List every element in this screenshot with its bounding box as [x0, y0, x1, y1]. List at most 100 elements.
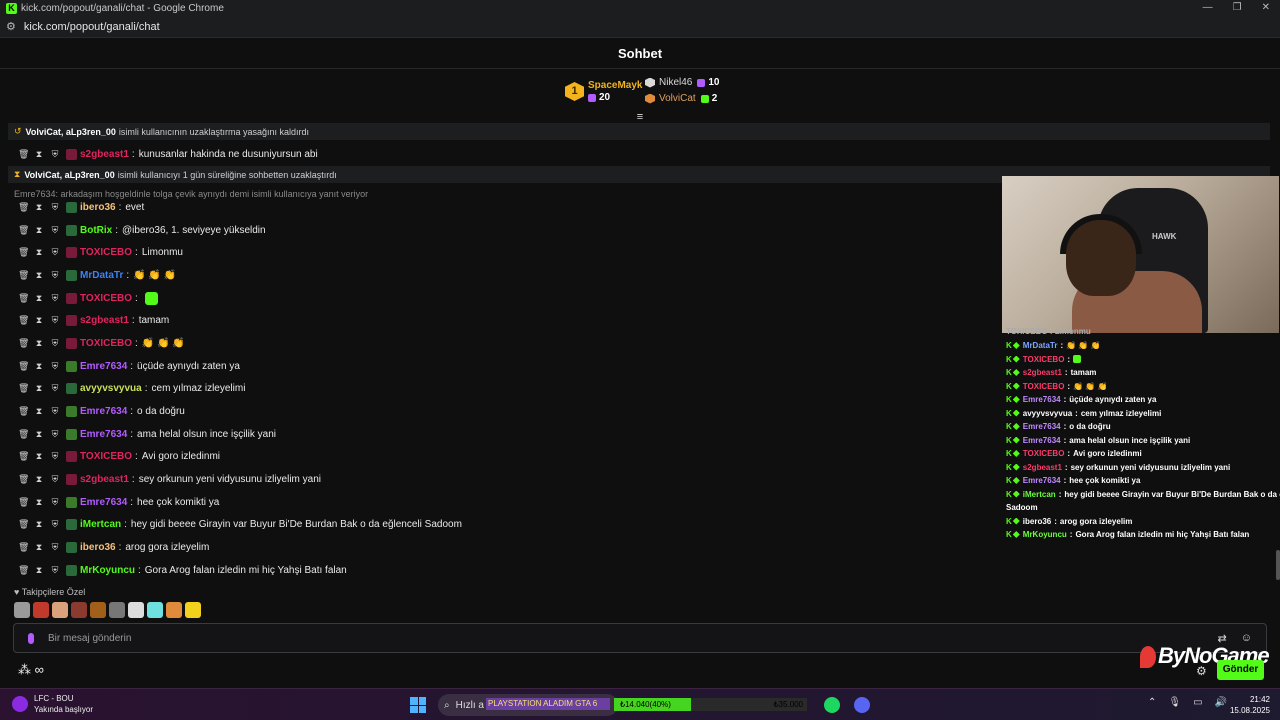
display-icon[interactable]: ▭: [1193, 697, 1202, 708]
chat-username[interactable]: s2gbeast1: [80, 474, 129, 485]
chat-message-input[interactable]: Bir mesaj gönderin ⇄ ☺: [13, 623, 1267, 653]
ban-icon[interactable]: ⛨: [50, 429, 60, 440]
timeout-icon[interactable]: ⧗: [34, 270, 44, 281]
ban-icon[interactable]: ⛨: [50, 406, 60, 417]
infinity-icon[interactable]: ∞: [35, 662, 44, 677]
delete-icon[interactable]: 🗑: [18, 247, 29, 258]
ban-icon[interactable]: ⛨: [50, 225, 60, 236]
leaderboard-third[interactable]: VolviCat 2: [645, 93, 717, 104]
timeout-icon[interactable]: ⧗: [34, 315, 44, 326]
delete-icon[interactable]: 🗑: [18, 519, 29, 530]
emote-banana[interactable]: [185, 602, 201, 618]
chat-username[interactable]: TOXICEBO: [80, 451, 132, 462]
chat-username[interactable]: avyyvsvyvua: [80, 383, 142, 394]
timeout-icon[interactable]: ⧗: [34, 149, 44, 160]
windows-start-icon[interactable]: [410, 697, 426, 713]
timeout-icon[interactable]: ⧗: [34, 565, 44, 576]
chat-message[interactable]: 🗑 ⧗ ⛨ TOXICEBO: Avi goro izledinmi: [18, 448, 220, 464]
ban-icon[interactable]: ⛨: [50, 247, 60, 258]
timeout-icon[interactable]: ⧗: [34, 293, 44, 304]
timeout-icon[interactable]: ⧗: [34, 338, 44, 349]
discord-icon[interactable]: [854, 697, 870, 713]
quick-emote-icon[interactable]: ⁂: [18, 662, 31, 677]
minimize-icon[interactable]: —: [1203, 0, 1213, 16]
search-text[interactable]: Hızlı a: [456, 700, 484, 711]
chat-username[interactable]: Emre7634: [80, 361, 127, 372]
chat-message[interactable]: 🗑 ⧗ ⛨ ibero36: arog gora izleyelim: [18, 539, 209, 555]
chat-message[interactable]: 🗑 ⧗ ⛨ s2gbeast1: tamam: [18, 312, 169, 328]
delete-icon[interactable]: 🗑: [18, 429, 29, 440]
delete-icon[interactable]: 🗑: [18, 270, 29, 281]
timeout-icon[interactable]: ⧗: [34, 361, 44, 372]
ban-icon[interactable]: ⛨: [50, 338, 60, 349]
timeout-icon[interactable]: ⧗: [34, 519, 44, 530]
chat-username[interactable]: Emre7634: [80, 429, 127, 440]
chat-input-placeholder[interactable]: Bir mesaj gönderin: [48, 633, 131, 644]
restore-icon[interactable]: ❐: [1233, 0, 1242, 16]
mic-tray-icon[interactable]: 🎙: [1168, 697, 1181, 708]
emote-box[interactable]: [71, 602, 87, 618]
chat-message[interactable]: 🗑 ⧗ ⛨ s2gbeast1: sey orkunun yeni vidyusunu …: [18, 471, 321, 487]
chat-message[interactable]: 🗑 ⧗ ⛨ MrDataTr: 👏 👏 👏: [18, 267, 176, 283]
chat-message[interactable]: 🗑 ⧗ ⛨ Emre7634: ama helal olsun ince işçilik…: [18, 426, 276, 442]
microphone-icon[interactable]: [28, 632, 34, 644]
delete-icon[interactable]: 🗑: [18, 202, 29, 213]
url-text[interactable]: kick.com/popout/ganali/chat: [24, 21, 160, 33]
chat-username[interactable]: MrDataTr: [80, 270, 123, 281]
leaderboard-second[interactable]: Nikel46 10: [645, 77, 719, 88]
delete-icon[interactable]: 🗑: [18, 361, 29, 372]
chat-username[interactable]: s2gbeast1: [80, 315, 129, 326]
emote-dog[interactable]: [90, 602, 106, 618]
delete-icon[interactable]: 🗑: [18, 338, 29, 349]
site-info-icon[interactable]: ⚙: [6, 20, 16, 33]
ban-icon[interactable]: ⛨: [50, 451, 60, 462]
chat-username[interactable]: TOXICEBO: [80, 293, 132, 304]
chat-message[interactable]: 🗑 ⧗ ⛨ avyyvsvyvua: cem yılmaz izleyelimi: [18, 380, 245, 396]
emote-cowboy[interactable]: [166, 602, 182, 618]
chat-message[interactable]: 🗑 ⧗ ⛨ Emre7634: hee çok komikti ya: [18, 494, 219, 510]
emote-ghost[interactable]: [128, 602, 144, 618]
ban-icon[interactable]: ⛨: [50, 315, 60, 326]
chat-username[interactable]: TOXICEBO: [80, 338, 132, 349]
chat-message[interactable]: 🗑 ⧗ ⛨ MrKoyuncu: Gora Arog falan izledin mi …: [18, 562, 347, 578]
delete-icon[interactable]: 🗑: [18, 542, 29, 553]
collapse-leaderboard-icon[interactable]: ≡: [634, 112, 646, 123]
delete-icon[interactable]: 🗑: [18, 565, 29, 576]
chat-username[interactable]: TOXICEBO: [80, 247, 132, 258]
chat-message[interactable]: 🗑 ⧗ ⛨ TOXICEBO: Limonmu: [18, 244, 183, 260]
delete-icon[interactable]: 🗑: [18, 406, 29, 417]
ban-icon[interactable]: ⛨: [50, 293, 60, 304]
address-bar[interactable]: ⚙ kick.com/popout/ganali/chat: [0, 16, 1280, 38]
chat-message[interactable]: 🗑 ⧗ ⛨ Emre7634: o da doğru: [18, 403, 185, 419]
timeout-icon[interactable]: ⧗: [34, 406, 44, 417]
scrollbar-thumb[interactable]: [1276, 550, 1280, 580]
ban-icon[interactable]: ⛨: [50, 519, 60, 530]
timeout-icon[interactable]: ⧗: [34, 202, 44, 213]
close-icon[interactable]: ✕: [1262, 0, 1270, 16]
timeout-icon[interactable]: ⧗: [34, 451, 44, 462]
delete-icon[interactable]: 🗑: [18, 293, 29, 304]
emote-cat[interactable]: [14, 602, 30, 618]
chat-username[interactable]: MrKoyuncu: [80, 565, 135, 576]
chat-settings-icon[interactable]: ⚙: [1196, 664, 1207, 678]
ban-icon[interactable]: ⛨: [50, 361, 60, 372]
chevron-up-icon[interactable]: ⌃: [1148, 697, 1156, 708]
timeout-icon[interactable]: ⧗: [34, 225, 44, 236]
ban-icon[interactable]: ⛨: [50, 497, 60, 508]
ban-icon[interactable]: ⛨: [50, 542, 60, 553]
timeout-icon[interactable]: ⧗: [34, 497, 44, 508]
chat-username[interactable]: Emre7634: [80, 497, 127, 508]
chat-message[interactable]: 🗑 ⧗ ⛨ TOXICEBO:: [18, 290, 158, 306]
timeout-icon[interactable]: ⧗: [34, 247, 44, 258]
emote-gun[interactable]: [109, 602, 125, 618]
send-button[interactable]: Gönder: [1217, 660, 1264, 680]
timeout-icon[interactable]: ⧗: [34, 542, 44, 553]
chat-username[interactable]: ibero36: [80, 542, 116, 553]
delete-icon[interactable]: 🗑: [18, 225, 29, 236]
chat-username[interactable]: Emre7634: [80, 406, 127, 417]
chat-username[interactable]: BotRix: [80, 225, 112, 236]
emote-face[interactable]: [52, 602, 68, 618]
delete-icon[interactable]: 🗑: [18, 149, 29, 160]
clock[interactable]: 21:42 15.08.2025: [1220, 694, 1270, 716]
spotify-icon[interactable]: [824, 697, 840, 713]
